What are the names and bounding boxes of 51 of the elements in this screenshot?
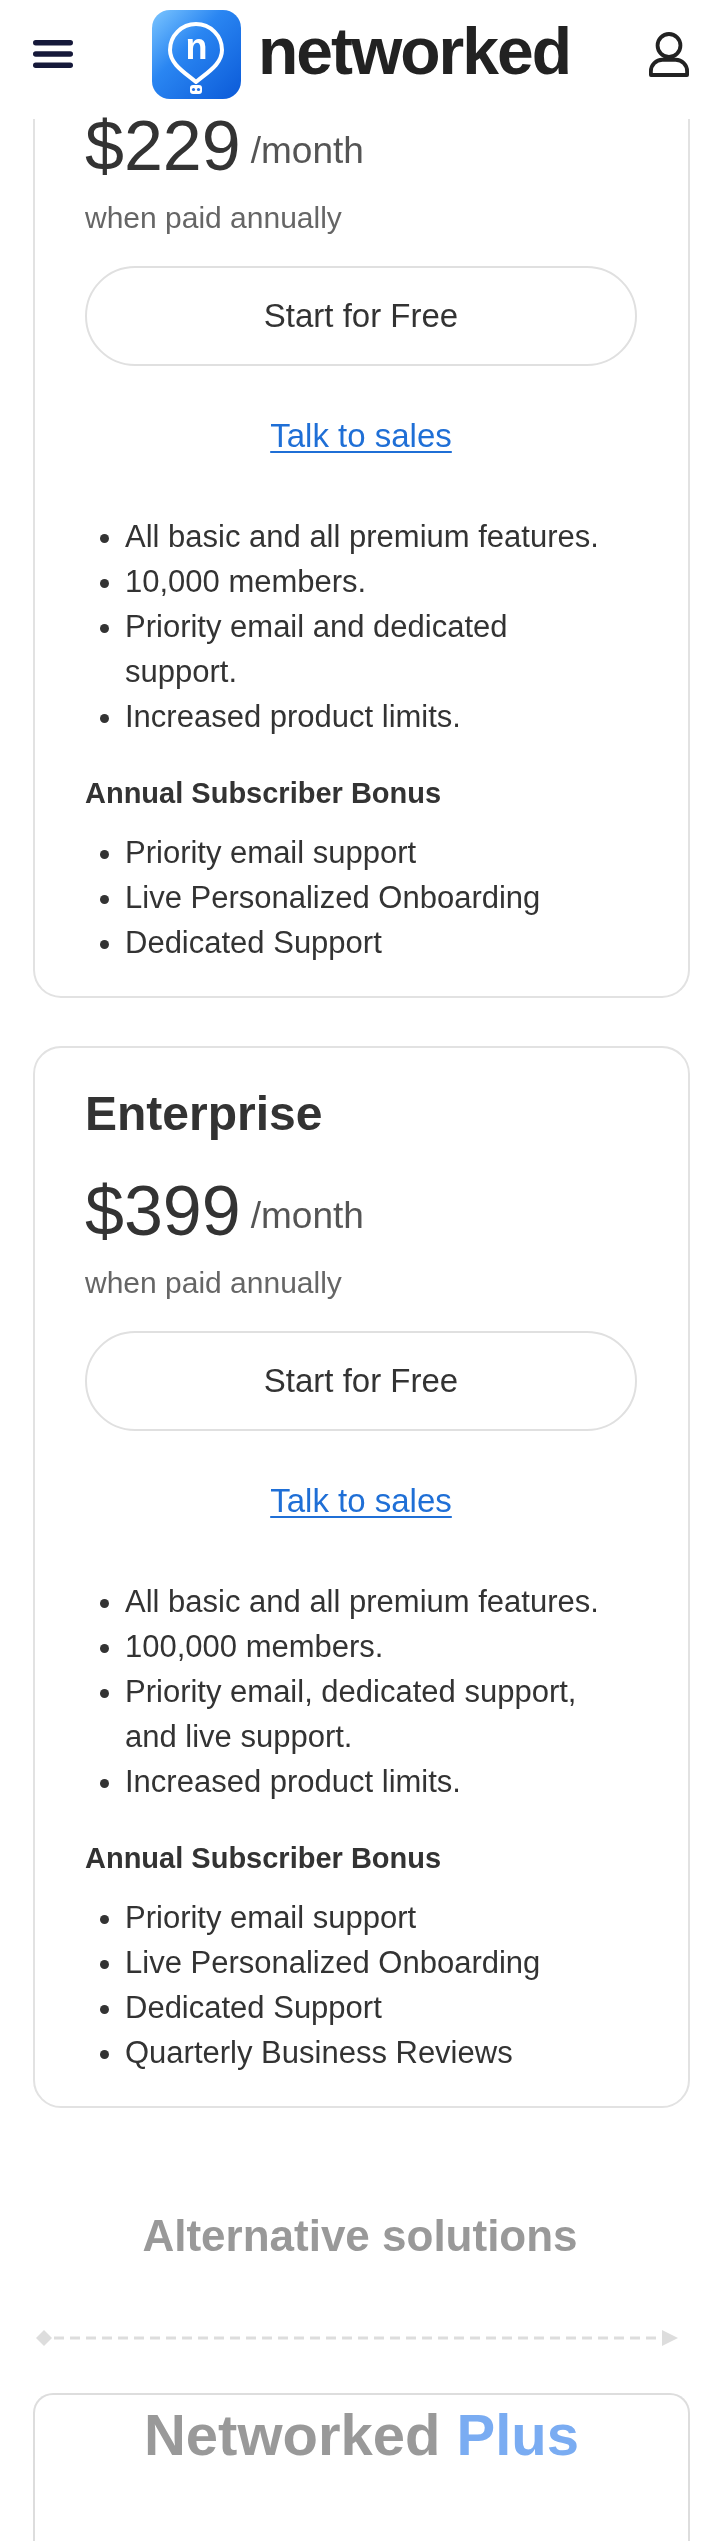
price-period: /month (250, 1201, 364, 1231)
bullet-icon (99, 579, 109, 588)
plan-name: Enterprise (85, 1086, 324, 1142)
bullet-icon (99, 1689, 109, 1698)
bonus-text: Priority email support (125, 834, 418, 872)
feature-text: All basic and all premium features. (125, 1583, 600, 1621)
bonus-text: Dedicated Support (125, 924, 383, 962)
bullet-icon (99, 1779, 109, 1788)
product-title: Networked Plus (143, 2402, 580, 2468)
feature-text: 100,000 members. (125, 1628, 385, 1666)
bullet-icon (99, 1915, 109, 1924)
bullet-icon (99, 534, 109, 543)
price-period: /month (250, 136, 364, 166)
logo-letter: n (185, 28, 208, 65)
plan-price: $399 (85, 1184, 241, 1238)
bullet-icon (99, 850, 109, 859)
bullet-icon (99, 2005, 109, 2014)
bullet-icon (99, 624, 109, 633)
feature-text: Priority email, dedicated support, and live support. (125, 1673, 578, 1756)
bullet-icon (99, 714, 109, 723)
billing-note: when paid annually (85, 200, 343, 236)
feature-text: All basic and all premium features. (125, 518, 600, 556)
bullet-icon (99, 895, 109, 904)
plan-price: $229 (85, 119, 241, 173)
section-heading: Alternative solutions (141, 2210, 579, 2262)
bonus-text: Quarterly Business Reviews (125, 2034, 514, 2072)
feature-text: Increased product limits. (125, 1763, 462, 1801)
sales-link[interactable]: Talk to sales (270, 416, 452, 456)
bonus-text: Priority email support (125, 1899, 418, 1937)
menu-icon[interactable] (33, 40, 73, 68)
billing-note: when paid annually (85, 1265, 343, 1301)
start-button[interactable]: Start for Free (85, 1331, 637, 1431)
app-logo[interactable]: n (151, 9, 241, 99)
start-button[interactable]: Start for Free (85, 266, 637, 366)
brand-name: networked (257, 18, 571, 84)
bullet-icon (99, 2050, 109, 2059)
feature-text: 10,000 members. (125, 563, 368, 601)
bullet-icon (99, 1644, 109, 1653)
feature-text: Priority email and dedicated support. (125, 608, 509, 691)
bonus-text: Live Personalized Onboarding (125, 1944, 542, 1982)
account-icon[interactable] (649, 31, 689, 77)
bonus-heading: Annual Subscriber Bonus (85, 1841, 443, 1876)
feature-text: Increased product limits. (125, 698, 462, 736)
bonus-text: Live Personalized Onboarding (125, 879, 542, 917)
bullet-icon (99, 1599, 109, 1608)
balloon-icon (168, 21, 225, 94)
bonus-heading: Annual Subscriber Bonus (85, 776, 443, 811)
bullet-icon (99, 1960, 109, 1969)
bullet-icon (99, 940, 109, 949)
sales-link[interactable]: Talk to sales (270, 1481, 452, 1521)
bonus-text: Dedicated Support (125, 1989, 383, 2027)
